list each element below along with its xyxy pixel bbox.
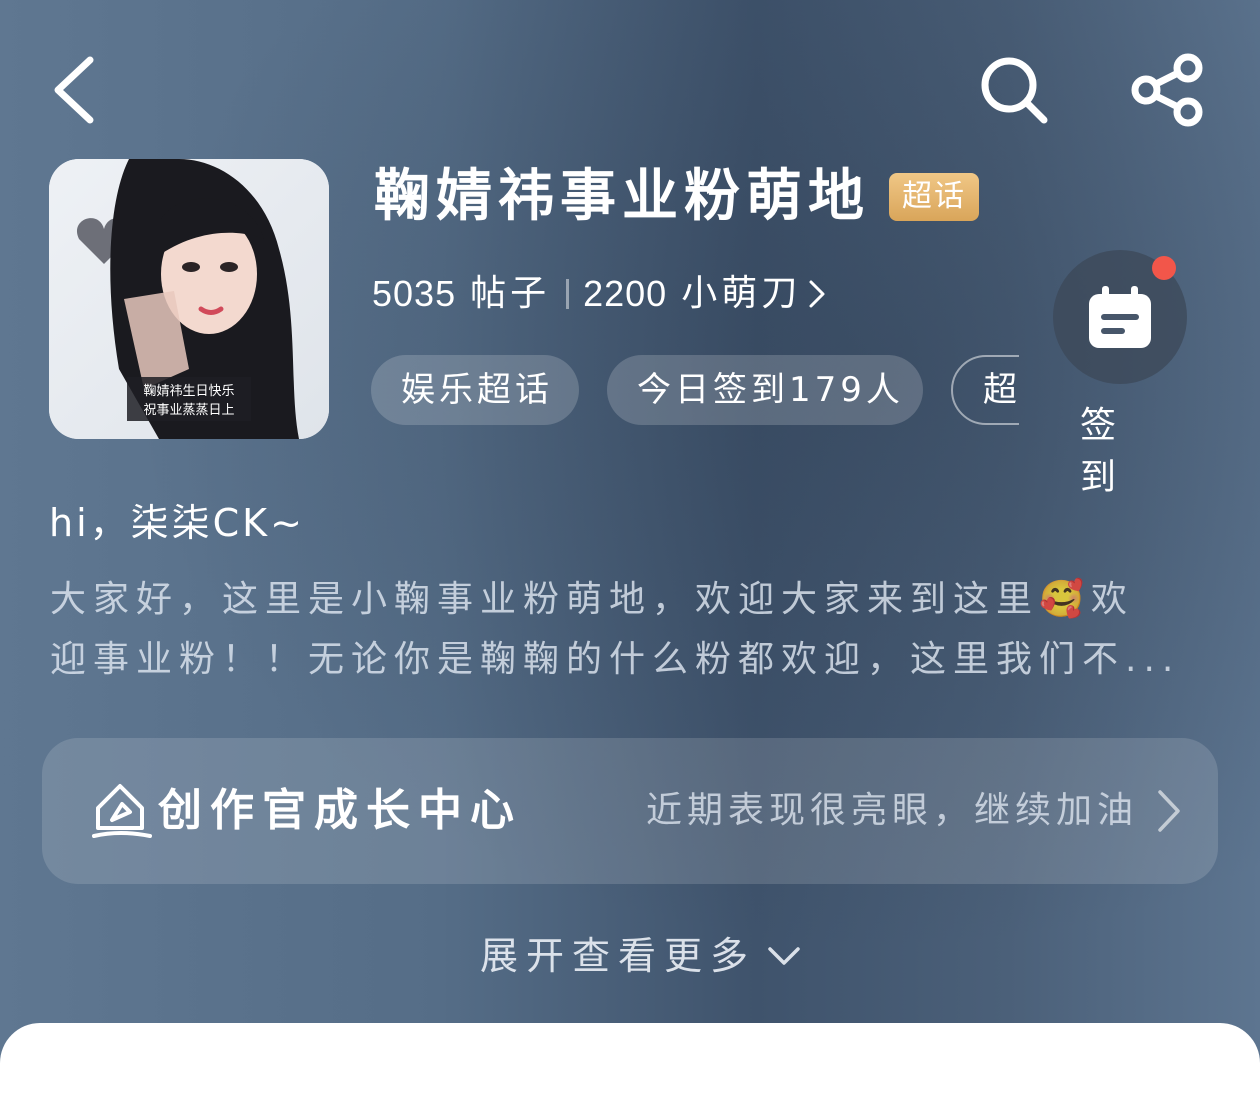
pen-house-icon	[92, 784, 152, 838]
content-sheet	[0, 1023, 1260, 1103]
supertopic-badge: 超话	[889, 173, 979, 221]
community-cover-image[interactable]: 鞠婧祎生日快乐 祝事业蒸蒸日上	[49, 159, 329, 439]
posts-count: 5035	[372, 273, 457, 314]
share-icon	[1131, 53, 1203, 127]
chevron-right-icon	[1158, 790, 1180, 832]
community-stats[interactable]: 5035 帖子 2200 小萌刀	[372, 268, 827, 320]
cover-caption-2: 祝事业蒸蒸日上	[143, 403, 234, 418]
cover-caption-1: 鞠婧祎生日快乐	[143, 384, 234, 399]
chevron-left-icon	[54, 56, 94, 124]
community-title: 鞠婧祎事业粉萌地	[374, 164, 870, 229]
chip-checkin-count[interactable]: 今日签到179人	[607, 355, 923, 425]
tag-chips: 娱乐超话 今日签到179人 超	[371, 355, 1019, 427]
search-icon	[981, 57, 1048, 124]
description-line-1: 大家好，这里是小鞠事业粉萌地，欢迎大家来到这里🥰欢	[50, 579, 1134, 620]
chip-supertopic[interactable]: 超	[951, 355, 1019, 425]
calendar-icon	[1089, 286, 1151, 348]
greeting-text: hi，柒柒CK~	[49, 501, 305, 545]
expand-more-button[interactable]: 展开查看更多	[480, 930, 802, 982]
growth-center-title: 创作官成长中心	[158, 785, 522, 836]
stats-divider	[566, 279, 570, 309]
growth-center-subtitle: 近期表现很亮眼，继续加油	[645, 790, 1138, 831]
notification-dot	[1152, 256, 1176, 280]
description-line-2: 迎事业粉！！无论你是鞠鞠的什么粉都欢迎，这里我们不...	[50, 639, 1181, 680]
search-button[interactable]	[972, 50, 1056, 130]
posts-label: 帖子	[470, 273, 551, 314]
chip-entertainment[interactable]: 娱乐超话	[371, 355, 579, 425]
back-button[interactable]	[38, 50, 108, 130]
expand-more-label: 展开查看更多	[480, 934, 757, 978]
creator-growth-center[interactable]: 创作官成长中心 近期表现很亮眼，继续加油	[42, 738, 1218, 884]
chevron-down-icon	[768, 947, 800, 965]
top-bar	[0, 0, 1260, 170]
checkin-label: 签到	[1080, 405, 1123, 498]
share-button[interactable]	[1126, 48, 1210, 132]
members-label: 小萌刀	[681, 273, 802, 314]
cover-portrait: 鞠婧祎生日快乐 祝事业蒸蒸日上	[49, 159, 329, 439]
community-description[interactable]: 大家好，这里是小鞠事业粉萌地，欢迎大家来到这里🥰欢 迎事业粉！！无论你是鞠鞠的什…	[50, 570, 1190, 690]
members-count: 2200	[583, 273, 668, 314]
chevron-right-icon	[809, 280, 825, 308]
